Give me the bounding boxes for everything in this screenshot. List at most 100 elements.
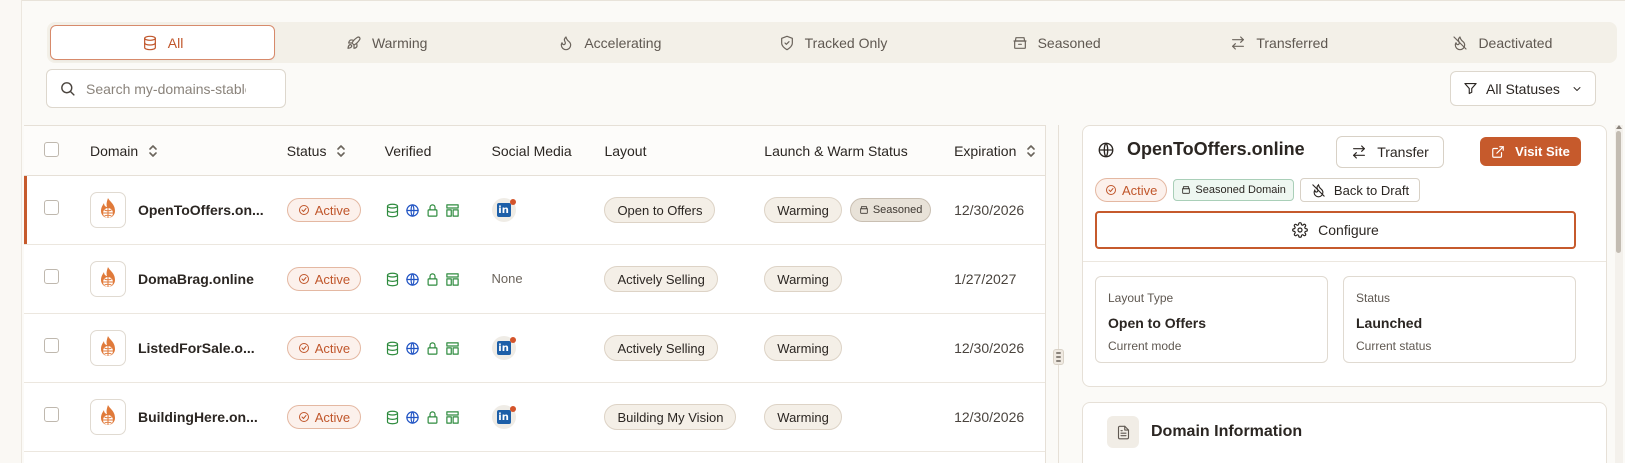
seasoned-pill: Seasoned xyxy=(849,198,932,222)
sort-icon xyxy=(337,144,346,157)
check-circle-icon xyxy=(298,343,309,353)
header-label: Domain xyxy=(89,142,139,159)
tab-warming[interactable]: Warming xyxy=(275,25,498,60)
arrows-swap-icon xyxy=(1353,145,1366,159)
tab-label: Tracked Only xyxy=(804,34,888,51)
database-icon xyxy=(386,341,398,355)
top-divider xyxy=(22,0,1625,1)
lock-icon xyxy=(427,203,438,217)
row-checkbox[interactable] xyxy=(44,269,59,284)
expiration-date: 12/30/2026 xyxy=(954,409,1025,425)
launch-pill: Warming xyxy=(764,266,842,292)
globe-icon xyxy=(405,341,419,355)
table-row[interactable]: BuildingHere.on... Active in Building My… xyxy=(24,383,1045,452)
tab-label: Transferred xyxy=(1256,34,1329,51)
layout-header: Layout xyxy=(604,142,647,159)
lock-icon xyxy=(427,272,438,286)
database-icon xyxy=(386,410,398,424)
resize-handle[interactable] xyxy=(1053,349,1064,365)
domain-name[interactable]: DomaBrag.online xyxy=(138,271,254,287)
sort-icon xyxy=(149,144,158,157)
layout-pill: Actively Selling xyxy=(604,335,718,361)
row-checkbox[interactable] xyxy=(44,200,59,215)
expiration-date: 1/27/2027 xyxy=(954,271,1017,287)
flame-off-icon xyxy=(1312,183,1325,197)
table-row[interactable]: OpenToOffers.on... Active in Open to Off… xyxy=(24,176,1045,245)
status-badge: Active xyxy=(1095,178,1168,202)
linkedin-icon[interactable]: in xyxy=(491,198,516,222)
status-filter-dropdown[interactable]: All Statuses xyxy=(1450,71,1596,106)
status-card: Status Launched Current status xyxy=(1343,276,1576,363)
back-to-draft-button[interactable]: Back to Draft xyxy=(1299,178,1421,202)
tab-label: All xyxy=(167,34,184,51)
tab-label: Warming xyxy=(371,34,428,51)
tab-tracked-only[interactable]: Tracked Only xyxy=(721,25,944,60)
transfer-button[interactable]: Transfer xyxy=(1336,136,1444,168)
tab-seasoned[interactable]: Seasoned xyxy=(945,25,1168,60)
tab-deactivated[interactable]: Deactivated xyxy=(1391,25,1614,60)
sort-status-header[interactable]: Status xyxy=(287,143,347,159)
check-circle-icon xyxy=(298,205,309,215)
launch-pill: Warming xyxy=(764,404,842,430)
flame-icon xyxy=(561,35,572,50)
sort-expiration-header[interactable]: Expiration xyxy=(954,143,1036,159)
table-header: Domain Status Verified Social Media Layo… xyxy=(24,126,1045,176)
linkedin-icon[interactable]: in xyxy=(491,405,516,429)
tab-transferred[interactable]: Transferred xyxy=(1168,25,1391,60)
linkedin-icon[interactable]: in xyxy=(491,336,516,360)
layout-icon xyxy=(445,272,459,286)
external-link-icon xyxy=(1492,145,1504,158)
lock-icon xyxy=(427,341,438,355)
search-input[interactable] xyxy=(86,80,246,97)
domain-name[interactable]: ListedForSale.o... xyxy=(138,340,255,356)
globe-icon xyxy=(1098,142,1114,157)
archive-icon xyxy=(1182,186,1191,194)
expiration-date: 12/30/2026 xyxy=(954,340,1025,356)
domain-name[interactable]: BuildingHere.on... xyxy=(138,409,258,425)
archive-icon xyxy=(1012,36,1027,49)
shield-check-icon xyxy=(780,35,793,50)
table-row[interactable]: ListedForSale.o... Active in Actively Se… xyxy=(24,314,1045,383)
globe-icon xyxy=(405,410,419,424)
domain-name[interactable]: OpenToOffers.on... xyxy=(138,202,264,218)
archive-icon xyxy=(860,206,868,214)
check-circle-icon xyxy=(298,274,309,284)
tab-accelerating[interactable]: Accelerating xyxy=(498,25,721,60)
select-all-checkbox[interactable] xyxy=(44,141,59,157)
domains-table: Domain Status Verified Social Media Layo… xyxy=(24,125,1046,463)
launch-pill: Warming xyxy=(764,335,842,361)
social-none: None xyxy=(491,271,523,286)
scrollbar-thumb[interactable] xyxy=(1616,131,1621,253)
launch-header: Launch & Warm Status xyxy=(764,142,908,159)
layout-pill: Open to Offers xyxy=(604,197,716,223)
layout-pill: Actively Selling xyxy=(604,266,718,292)
tab-all[interactable]: All xyxy=(50,25,276,60)
status-badge: Active xyxy=(286,267,362,291)
filter-icon xyxy=(1464,82,1477,95)
panel-splitter xyxy=(1058,125,1059,463)
check-circle-icon xyxy=(1106,185,1116,195)
domain-logo-icon xyxy=(89,330,126,366)
globe-icon xyxy=(405,272,419,286)
search-box xyxy=(46,69,286,108)
database-icon xyxy=(143,35,156,50)
seasoned-domain-badge: Seasoned Domain xyxy=(1173,179,1294,201)
scroll-up-icon[interactable] xyxy=(1616,125,1622,129)
configure-button[interactable]: Configure xyxy=(1095,211,1576,249)
row-checkbox[interactable] xyxy=(44,407,59,422)
arrows-swap-icon xyxy=(1232,35,1245,50)
visit-site-button[interactable]: Visit Site xyxy=(1480,137,1581,166)
panel-scrollbar[interactable] xyxy=(1615,125,1623,463)
domain-logo-icon xyxy=(89,399,126,435)
status-badge: Active xyxy=(286,405,362,429)
globe-icon xyxy=(405,203,419,217)
domain-information-section[interactable]: Domain Information xyxy=(1082,402,1607,463)
row-checkbox[interactable] xyxy=(44,338,59,353)
layout-icon xyxy=(445,410,459,424)
table-row[interactable]: DomaBrag.online Active None Actively Sel… xyxy=(24,245,1045,314)
layout-icon xyxy=(445,341,459,355)
tab-label: Seasoned xyxy=(1037,34,1101,51)
layout-type-card: Layout Type Open to Offers Current mode xyxy=(1095,276,1328,363)
tab-label: Deactivated xyxy=(1478,34,1553,51)
sort-domain-header[interactable]: Domain xyxy=(90,143,158,159)
